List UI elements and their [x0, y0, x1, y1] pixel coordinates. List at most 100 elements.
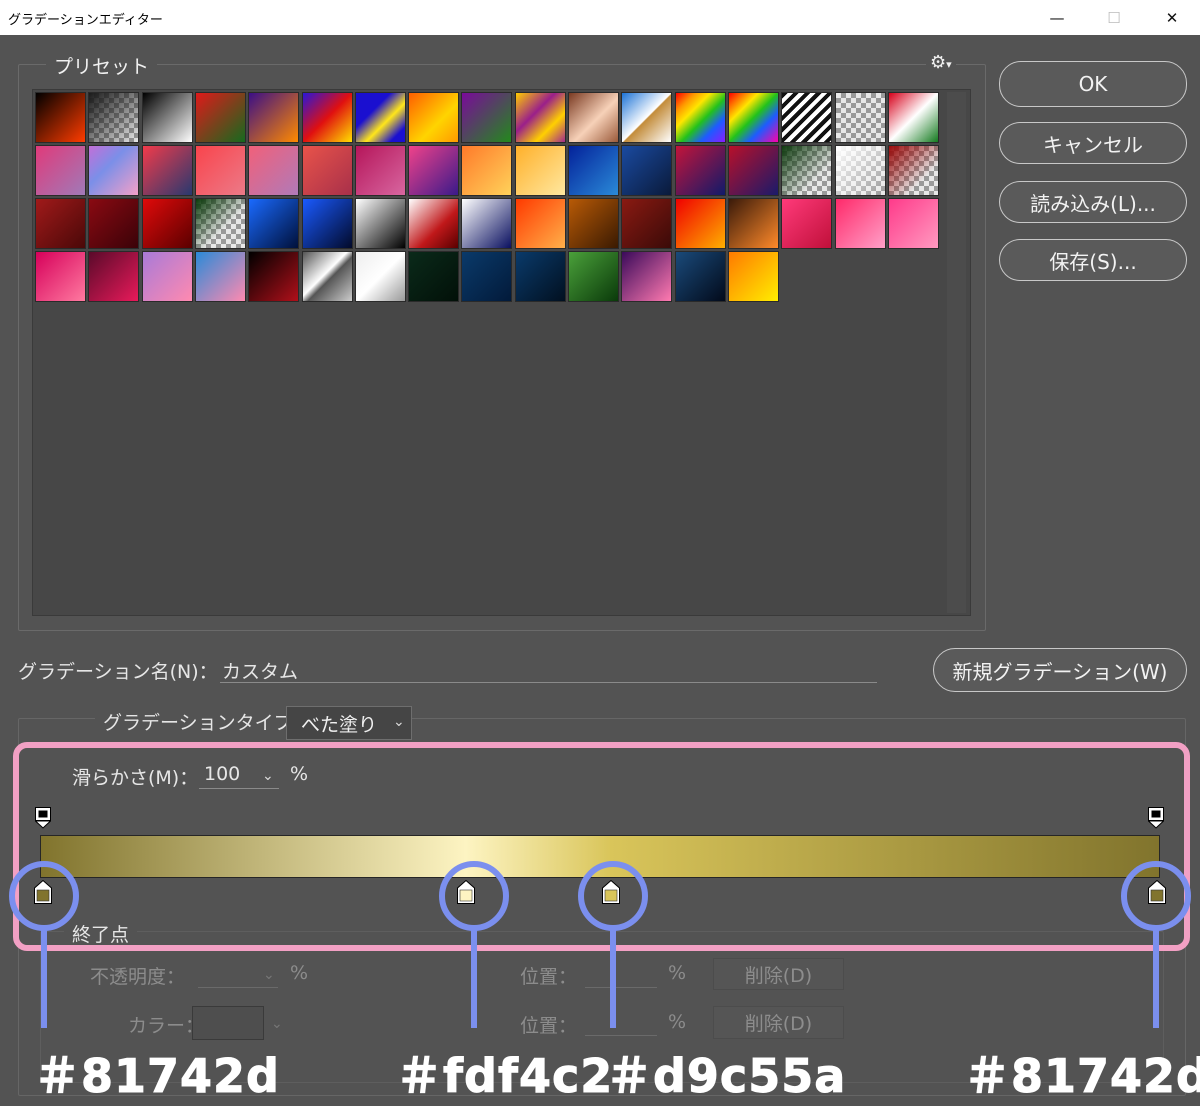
preset-swatch[interactable] — [568, 92, 619, 143]
preset-swatch[interactable] — [248, 251, 300, 302]
preset-swatch[interactable] — [301, 251, 353, 302]
color-swatch[interactable] — [192, 1006, 264, 1040]
color-position-input[interactable] — [585, 1035, 657, 1036]
preset-swatch[interactable] — [514, 145, 566, 196]
preset-swatch[interactable] — [248, 92, 300, 143]
color-position-unit: % — [668, 1011, 687, 1033]
opacity-position-label: 位置： — [520, 966, 578, 988]
preset-swatch[interactable] — [621, 145, 673, 196]
preset-swatch[interactable] — [88, 251, 140, 302]
preset-swatch[interactable] — [727, 198, 779, 249]
gradient-type-value: べた塗り — [301, 714, 378, 736]
preset-swatch[interactable] — [514, 198, 566, 249]
opacity-input[interactable] — [198, 987, 278, 988]
preset-swatch[interactable] — [408, 145, 460, 196]
preset-swatch[interactable] — [248, 145, 300, 196]
preset-swatch[interactable] — [35, 92, 86, 143]
preset-swatch[interactable] — [35, 198, 86, 249]
preset-swatch[interactable] — [461, 145, 513, 196]
stop-highlight-ring-3 — [578, 861, 648, 931]
preset-swatch[interactable] — [674, 251, 726, 302]
new-gradient-button[interactable]: 新規グラデーション(W) — [933, 648, 1187, 692]
pointer-stem-3 — [610, 928, 616, 1028]
preset-scrollbar[interactable] — [947, 92, 966, 613]
preset-swatch[interactable] — [354, 251, 406, 302]
preset-swatch[interactable] — [461, 251, 513, 302]
hex-label-3: ＃d9c55a — [605, 1049, 847, 1104]
preset-swatch[interactable] — [301, 92, 353, 143]
opacity-unit: % — [290, 962, 309, 984]
preset-swatch[interactable] — [727, 251, 779, 302]
preset-swatch[interactable] — [781, 145, 833, 196]
preset-swatch[interactable] — [141, 92, 193, 143]
preset-swatch[interactable] — [194, 92, 246, 143]
gear-icon[interactable]: ⚙▾ — [926, 52, 956, 73]
pointer-stem-1 — [41, 928, 47, 1028]
preset-swatch[interactable] — [674, 92, 726, 143]
window-title: グラデーションエディター — [8, 13, 163, 28]
preset-swatch[interactable] — [887, 92, 939, 143]
color-position-label: 位置： — [520, 1015, 578, 1037]
preset-swatch[interactable] — [834, 92, 886, 143]
color-delete-button[interactable]: 削除(D) — [713, 1006, 844, 1039]
preset-grid — [32, 89, 971, 616]
gradient-name-underline — [220, 682, 877, 683]
minimize-button[interactable]: — — [1034, 0, 1080, 35]
preset-swatch[interactable] — [781, 198, 833, 249]
load-button[interactable]: 読み込み(L)... — [999, 181, 1187, 223]
preset-swatch[interactable] — [354, 198, 406, 249]
preset-swatch[interactable] — [727, 92, 779, 143]
preset-swatch[interactable] — [88, 145, 140, 196]
preset-swatch[interactable] — [727, 145, 779, 196]
maximize-button[interactable]: ☐ — [1091, 0, 1137, 35]
preset-swatch[interactable] — [408, 251, 460, 302]
preset-swatch[interactable] — [88, 92, 140, 143]
preset-swatch[interactable] — [674, 198, 726, 249]
preset-swatch[interactable] — [621, 198, 673, 249]
preset-swatch[interactable] — [781, 92, 833, 143]
title-bar: グラデーションエディター — ☐ ✕ — [0, 0, 1200, 35]
preset-swatch[interactable] — [141, 145, 193, 196]
preset-swatch[interactable] — [301, 145, 353, 196]
preset-swatch[interactable] — [141, 198, 193, 249]
preset-swatch[interactable] — [354, 92, 406, 143]
cancel-button[interactable]: キャンセル — [999, 122, 1187, 164]
preset-swatch[interactable] — [354, 145, 406, 196]
stop-highlight-ring-1 — [9, 861, 79, 931]
gradient-name-input[interactable]: カスタム — [222, 657, 298, 684]
preset-swatch[interactable] — [834, 145, 886, 196]
preset-swatch[interactable] — [674, 145, 726, 196]
close-button[interactable]: ✕ — [1149, 0, 1195, 35]
preset-swatch[interactable] — [887, 198, 939, 249]
preset-swatch[interactable] — [568, 251, 619, 302]
preset-swatch[interactable] — [408, 198, 460, 249]
preset-swatch[interactable] — [568, 145, 619, 196]
ok-button[interactable]: OK — [999, 61, 1187, 107]
preset-swatch[interactable] — [834, 198, 886, 249]
preset-swatch[interactable] — [461, 92, 513, 143]
preset-swatch[interactable] — [514, 92, 566, 143]
preset-swatch[interactable] — [194, 145, 246, 196]
preset-swatch[interactable] — [408, 92, 460, 143]
gradient-name-label: グラデーション名(N)： — [18, 661, 218, 683]
preset-swatch[interactable] — [88, 198, 140, 249]
preset-swatch[interactable] — [301, 198, 353, 249]
chevron-down-icon: ⌄ — [393, 714, 405, 730]
stop-highlight-ring-2 — [439, 861, 509, 931]
preset-swatch[interactable] — [461, 198, 513, 249]
preset-swatch[interactable] — [35, 145, 86, 196]
preset-swatch[interactable] — [35, 251, 86, 302]
preset-swatch[interactable] — [194, 198, 246, 249]
preset-swatch[interactable] — [887, 145, 939, 196]
preset-swatch[interactable] — [248, 198, 300, 249]
opacity-delete-button[interactable]: 削除(D) — [713, 958, 844, 990]
save-button[interactable]: 保存(S)... — [999, 239, 1187, 281]
preset-swatch[interactable] — [194, 251, 246, 302]
preset-swatch[interactable] — [141, 251, 193, 302]
preset-swatch[interactable] — [514, 251, 566, 302]
preset-swatch[interactable] — [621, 92, 673, 143]
opacity-position-input[interactable] — [585, 987, 657, 988]
preset-swatch[interactable] — [568, 198, 619, 249]
preset-swatch[interactable] — [621, 251, 673, 302]
gradient-type-select[interactable]: べた塗り ⌄ — [286, 706, 412, 740]
